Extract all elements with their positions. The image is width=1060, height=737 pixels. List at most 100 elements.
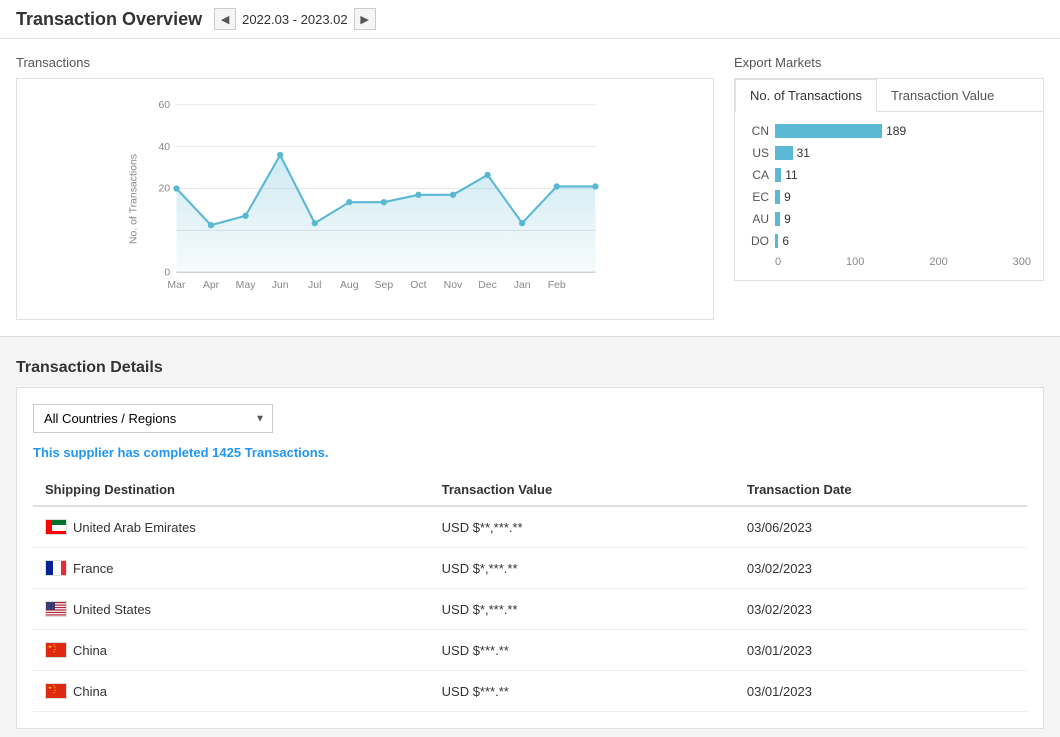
country-cell-us: United States — [45, 601, 418, 617]
country-name-uae: United Arab Emirates — [73, 520, 196, 535]
tab-no-transactions[interactable]: No. of Transactions — [735, 79, 877, 112]
country-filter-wrapper: All Countries / Regions — [33, 404, 273, 433]
tab-transaction-value[interactable]: Transaction Value — [877, 79, 1008, 111]
transaction-value-cn-1: USD $***.** — [430, 630, 735, 671]
transactions-table: Shipping Destination Transaction Value T… — [33, 474, 1027, 712]
country-cell-fr: France — [45, 560, 418, 576]
svg-text:Apr: Apr — [203, 280, 220, 291]
page-wrapper: Transaction Overview ◀ 2022.03 - 2023.02… — [0, 0, 1060, 737]
table-header: Shipping Destination Transaction Value T… — [33, 474, 1027, 506]
cn-flag-svg-2 — [46, 684, 66, 699]
table-row: China USD $***.** 03/01/2023 — [33, 630, 1027, 671]
country-filter-select[interactable]: All Countries / Regions — [33, 404, 273, 433]
bar-fill-us — [775, 146, 793, 160]
charts-section: Transactions No. of Transactions 60 — [0, 39, 1060, 337]
flag-icon-ae — [45, 519, 67, 535]
shipping-destination-cell: United Arab Emirates — [33, 506, 430, 548]
bar-fill-do — [775, 234, 778, 248]
bar-row-ca: CA 11 — [747, 168, 1031, 182]
supplier-text: This supplier has completed — [33, 445, 212, 460]
col-transaction-date: Transaction Date — [735, 474, 1027, 506]
header-bar: Transaction Overview ◀ 2022.03 - 2023.02… — [0, 0, 1060, 39]
flag-icon-cn-1 — [45, 642, 67, 658]
export-chart-area: CN 189 US 31 CA — [735, 112, 1043, 280]
svg-text:Oct: Oct — [410, 280, 426, 291]
bar-label-us: US — [747, 146, 769, 160]
next-period-button[interactable]: ▶ — [354, 8, 376, 30]
bar-label-do: DO — [747, 234, 769, 248]
country-name-cn-1: China — [73, 643, 107, 658]
svg-text:Jul: Jul — [308, 280, 321, 291]
shipping-destination-cell: China — [33, 630, 430, 671]
x-tick-0: 0 — [775, 256, 781, 268]
bar-value-ca: 11 — [785, 168, 797, 182]
export-box: No. of Transactions Transaction Value CN… — [734, 78, 1044, 281]
transactions-chart-box: No. of Transactions 60 40 20 0 — [16, 78, 714, 320]
supplier-info: This supplier has completed 1425 Transac… — [33, 445, 1027, 460]
transaction-count-suffix: Transactions. — [241, 445, 328, 460]
export-tabs: No. of Transactions Transaction Value — [735, 79, 1043, 112]
svg-text:0: 0 — [164, 267, 170, 278]
transaction-count: 1425 — [212, 445, 241, 460]
date-navigation: ◀ 2022.03 - 2023.02 ▶ — [214, 8, 376, 30]
svg-text:20: 20 — [158, 184, 170, 195]
bar-value-cn: 189 — [886, 124, 906, 138]
flag-icon-fr — [45, 560, 67, 576]
flag-icon-us — [45, 601, 67, 617]
transaction-value-fr: USD $*,***.** — [430, 548, 735, 589]
country-name-cn-2: China — [73, 684, 107, 699]
svg-text:40: 40 — [158, 142, 170, 153]
filter-row: All Countries / Regions — [33, 404, 1027, 433]
col-shipping-destination: Shipping Destination — [33, 474, 430, 506]
svg-text:Dec: Dec — [478, 280, 497, 291]
x-tick-100: 100 — [846, 256, 864, 268]
us-flag-svg — [46, 602, 66, 617]
table-header-row: Shipping Destination Transaction Value T… — [33, 474, 1027, 506]
x-tick-300: 300 — [1013, 256, 1031, 268]
bar-row-us: US 31 — [747, 146, 1031, 160]
table-body: United Arab Emirates USD $**,***.** 03/0… — [33, 506, 1027, 712]
country-cell-uae: United Arab Emirates — [45, 519, 418, 535]
transaction-date-us: 03/02/2023 — [735, 589, 1027, 630]
bar-row-au: AU 9 — [747, 212, 1031, 226]
export-markets-title: Export Markets — [734, 55, 1044, 70]
transaction-value-us: USD $*,***.** — [430, 589, 735, 630]
table-row: China USD $***.** 03/01/2023 — [33, 671, 1027, 712]
country-cell-cn-1: China — [45, 642, 418, 658]
bar-label-ec: EC — [747, 190, 769, 204]
col-transaction-value: Transaction Value — [430, 474, 735, 506]
bar-row-cn: CN 189 — [747, 124, 1031, 138]
line-chart-svg: No. of Transactions 60 40 20 0 — [27, 89, 703, 309]
svg-text:Jan: Jan — [514, 280, 531, 291]
svg-text:Mar: Mar — [167, 280, 186, 291]
svg-text:No. of Transactions: No. of Transactions — [129, 154, 140, 244]
svg-text:May: May — [236, 280, 257, 291]
svg-text:Aug: Aug — [340, 280, 359, 291]
flag-icon-cn-2 — [45, 683, 67, 699]
transaction-date-uae: 03/06/2023 — [735, 506, 1027, 548]
svg-text:60: 60 — [158, 100, 170, 111]
export-x-axis: 0 100 200 300 — [747, 256, 1031, 268]
bar-value-us: 31 — [797, 146, 810, 160]
transaction-date-fr: 03/02/2023 — [735, 548, 1027, 589]
prev-period-button[interactable]: ◀ — [214, 8, 236, 30]
bar-row-do: DO 6 — [747, 234, 1031, 248]
bar-label-cn: CN — [747, 124, 769, 138]
bar-value-do: 6 — [782, 234, 789, 248]
transaction-details-header: Transaction Details — [16, 349, 1044, 387]
transactions-chart-panel: Transactions No. of Transactions 60 — [16, 55, 714, 320]
bar-row-ec: EC 9 — [747, 190, 1031, 204]
page-title: Transaction Overview — [16, 9, 202, 30]
country-name-fr: France — [73, 561, 113, 576]
ae-flag-svg — [46, 520, 66, 535]
bar-label-ca: CA — [747, 168, 769, 182]
export-markets-panel: Export Markets No. of Transactions Trans… — [734, 55, 1044, 320]
date-range: 2022.03 - 2023.02 — [242, 12, 348, 27]
svg-text:Sep: Sep — [375, 280, 394, 291]
svg-text:Feb: Feb — [548, 280, 566, 291]
country-name-us: United States — [73, 602, 151, 617]
fr-flag-svg — [46, 561, 66, 576]
svg-text:Jun: Jun — [272, 280, 289, 291]
transaction-value-cn-2: USD $***.** — [430, 671, 735, 712]
table-row: France USD $*,***.** 03/02/2023 — [33, 548, 1027, 589]
